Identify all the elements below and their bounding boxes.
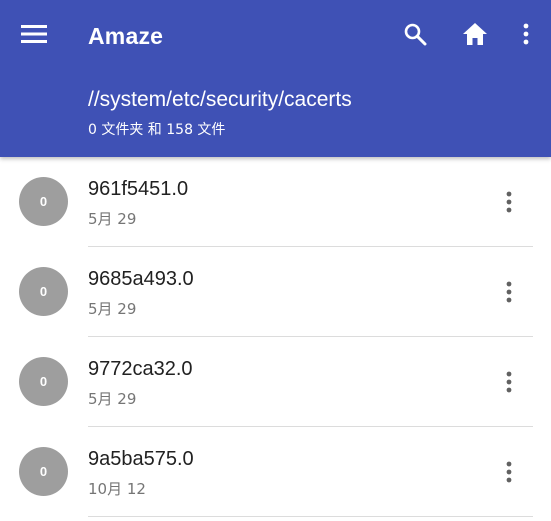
- file-name: 9a5ba575.0: [88, 448, 194, 470]
- list-item[interactable]: 0 9772ca32.0 5月 29: [0, 337, 551, 427]
- current-path[interactable]: //system/etc/security/cacerts: [88, 86, 352, 114]
- divider: [88, 516, 533, 517]
- file-avatar: 0: [19, 357, 68, 406]
- file-name: 9772ca32.0: [88, 358, 193, 380]
- file-date: 5月 29: [88, 210, 137, 228]
- list-item[interactable]: 0 961f5451.0 5月 29: [0, 157, 551, 247]
- search-icon[interactable]: [395, 14, 435, 54]
- app-bar: Amaze //system/etc/security/cacerts 0 文件…: [0, 0, 551, 157]
- file-date: 5月 29: [88, 390, 137, 408]
- hamburger-menu-icon[interactable]: [14, 14, 54, 54]
- home-icon[interactable]: [455, 14, 495, 54]
- file-date: 5月 29: [88, 300, 137, 318]
- folder-summary: 0 文件夹 和 158 文件: [88, 122, 226, 138]
- more-vert-icon[interactable]: [489, 182, 529, 222]
- app-title: Amaze: [88, 23, 164, 49]
- file-avatar: 0: [19, 447, 68, 496]
- file-date: 10月 12: [88, 480, 146, 498]
- more-vert-icon[interactable]: [489, 452, 529, 492]
- file-name: 9685a493.0: [88, 268, 194, 290]
- more-vert-icon[interactable]: [506, 14, 546, 54]
- file-avatar: 0: [19, 267, 68, 316]
- file-list: 0 961f5451.0 5月 29 0 9685a493.0 5月 29 0 …: [0, 157, 551, 517]
- list-item[interactable]: 0 9a5ba575.0 10月 12: [0, 427, 551, 517]
- more-vert-icon[interactable]: [489, 272, 529, 312]
- more-vert-icon[interactable]: [489, 362, 529, 402]
- file-name: 961f5451.0: [88, 178, 189, 200]
- list-item[interactable]: 0 9685a493.0 5月 29: [0, 247, 551, 337]
- file-avatar: 0: [19, 177, 68, 226]
